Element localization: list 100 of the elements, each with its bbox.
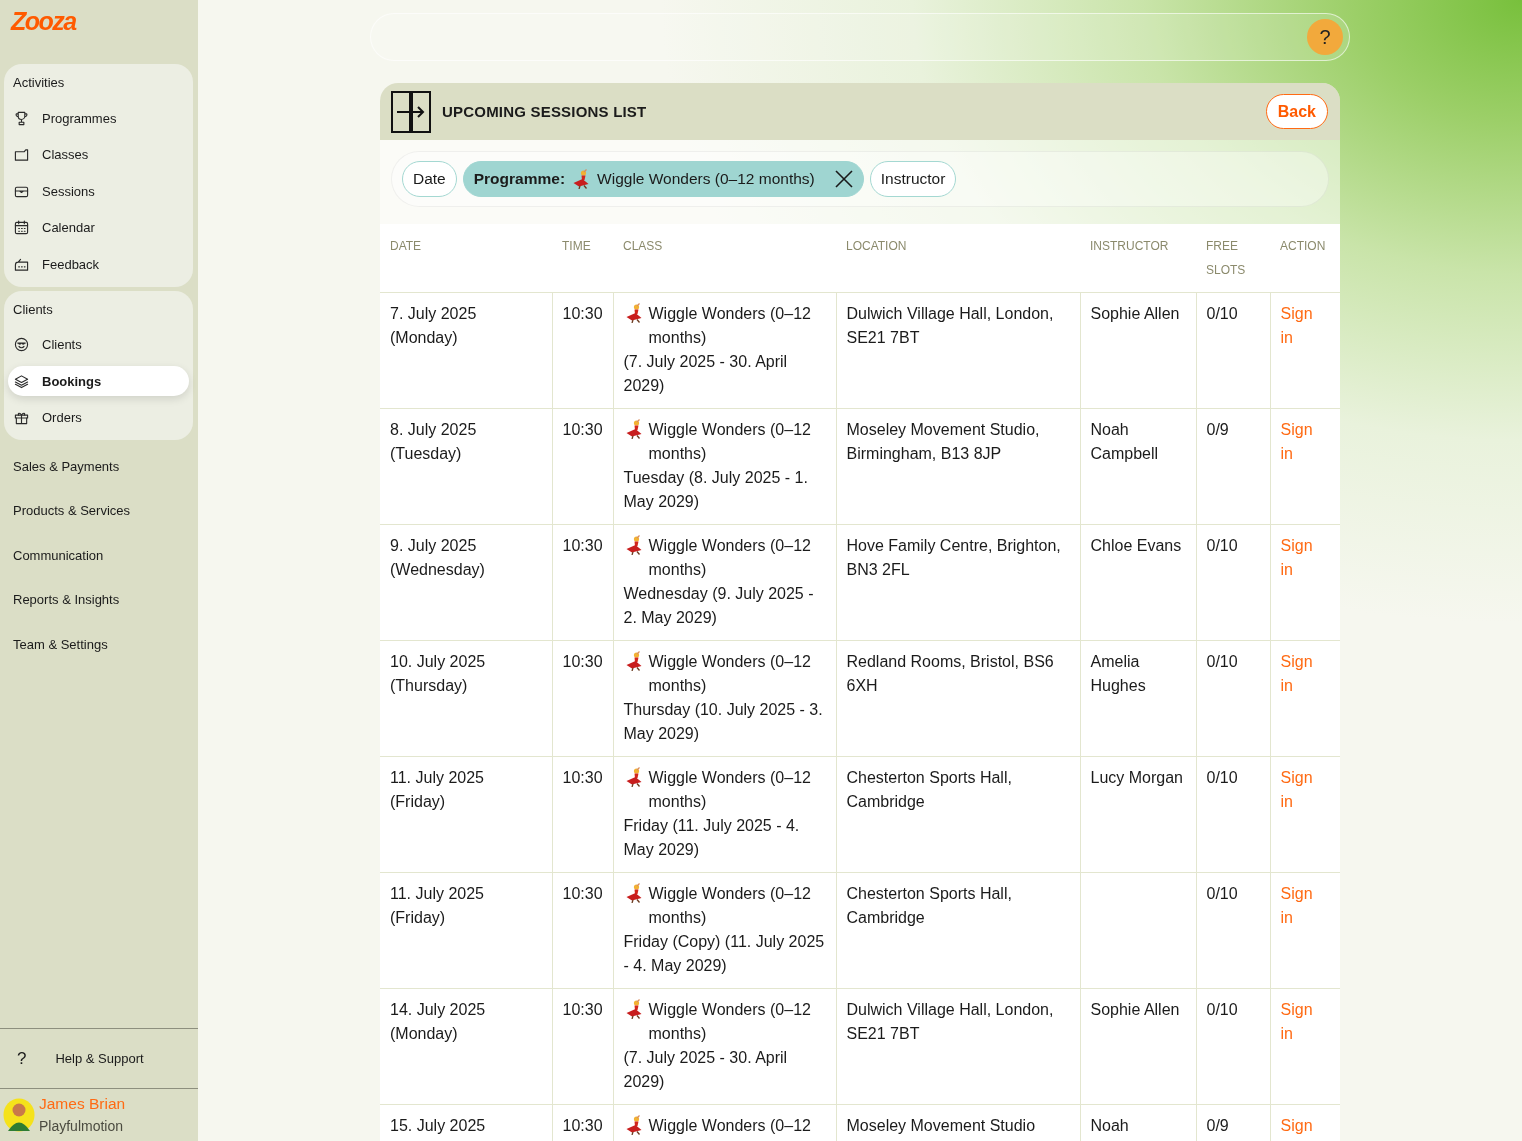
trophy-icon <box>14 110 29 126</box>
section-header[interactable]: Products & Services <box>0 488 137 533</box>
nav-item[interactable]: Programmes <box>8 103 189 134</box>
table-cell: Lucy Morgan <box>1080 756 1196 873</box>
table-cell: 0/9 <box>1196 1104 1270 1141</box>
door-arrow-icon <box>391 90 431 133</box>
session-date: 15. July 2025 <box>390 1116 487 1136</box>
column-header: CLASS <box>613 224 836 293</box>
table-cell: 10:30 <box>552 640 613 757</box>
table-cell: 0/10 <box>1196 292 1270 409</box>
class-name: Wiggle Wonders (0–12 months) <box>648 1000 812 1044</box>
table-cell: 0/10 <box>1196 640 1270 757</box>
nav-item[interactable]: Feedback <box>8 249 189 280</box>
table-cell: Sophie Allen <box>1080 292 1196 409</box>
table-cell: Amelia Hughes <box>1080 640 1196 757</box>
table-cell: Noah Campbell <box>1080 408 1196 525</box>
column-header: TIME <box>552 224 613 293</box>
table-cell: Dulwich Village Hall, London, SE21 7BT <box>836 292 1080 409</box>
panel-title: UPCOMING SESSIONS LIST <box>442 103 648 120</box>
avatar-icon[interactable] <box>3 1098 35 1132</box>
table-cell: Chesterton Sports Hall, Cambridge <box>836 756 1080 873</box>
session-date: 11. July 2025 <box>390 884 485 904</box>
user-name: James Brian <box>39 1094 126 1114</box>
brand-logo: Zooza <box>11 6 76 36</box>
nav-item[interactable]: Bookings <box>8 366 189 397</box>
table-cell: 10:30 <box>552 988 613 1105</box>
session-weekday: (Monday) <box>390 1024 459 1044</box>
section-header[interactable]: Reports & Insights <box>0 577 126 622</box>
nav-item[interactable]: Classes <box>8 139 189 170</box>
class-schedule: Thursday (10. July 2025 - 3. May 2029) <box>623 700 824 744</box>
table-cell: 10:30 <box>552 292 613 409</box>
question-mark-icon: ? <box>17 1048 27 1069</box>
class-name: Wiggle Wonders (0–12 months) <box>648 420 812 464</box>
section-header[interactable]: Clients <box>8 298 57 321</box>
table-cell: 0/9 <box>1196 408 1270 525</box>
table-cell: Redland Rooms, Bristol, BS6 6XH <box>836 640 1080 757</box>
nav-item[interactable]: Calendar <box>8 212 189 243</box>
table-cell: 0/10 <box>1196 872 1270 989</box>
calendar-icon <box>14 220 29 236</box>
nav-item[interactable]: Clients <box>8 329 189 360</box>
section-header[interactable]: Team & Settings <box>0 622 114 667</box>
column-header: DATE <box>380 224 552 293</box>
class-name: Wiggle Wonders (0–12 months) <box>648 884 812 928</box>
nav-item[interactable]: Orders <box>8 402 189 433</box>
nav-item[interactable]: Sessions <box>8 176 189 207</box>
table-cell: Chloe Evans <box>1080 524 1196 641</box>
class-name: Wiggle Wonders (0–12 months) <box>648 768 812 812</box>
filter-chip[interactable]: Date <box>402 161 457 197</box>
table-cell: Sophie Allen <box>1080 988 1196 1105</box>
class-schedule: Friday (11. July 2025 - 4. May 2029) <box>623 816 801 860</box>
session-weekday: (Thursday) <box>390 676 469 696</box>
session-weekday: (Friday) <box>390 792 447 812</box>
section-header[interactable]: Sales & Payments <box>0 444 126 489</box>
close-icon[interactable] <box>834 170 853 188</box>
table-cell: 0/10 <box>1196 756 1270 873</box>
session-date: 14. July 2025 <box>390 1000 487 1020</box>
table-cell: Moseley Movement Studio <box>836 1104 1080 1141</box>
folder-icon <box>14 147 29 163</box>
class-name: Wiggle Wonders (0–12 <box>648 1116 812 1136</box>
class-name: Wiggle Wonders (0–12 months) <box>648 536 812 580</box>
class-schedule: Friday (Copy) (11. July 2025 - 4. May 2029) <box>623 932 826 976</box>
column-header: LOCATION <box>836 224 1080 293</box>
class-schedule: (7. July 2025 - 30. April 2029) <box>623 352 789 396</box>
class-schedule: Tuesday (8. July 2025 - 1. May 2029) <box>623 468 809 512</box>
table-cell: 0/10 <box>1196 988 1270 1105</box>
layers-icon <box>14 373 29 389</box>
table-cell: Hove Family Centre, Brighton, BN3 2FL <box>836 524 1080 641</box>
session-date: 11. July 2025 <box>390 768 485 788</box>
help-button[interactable]: ? <box>1307 19 1343 55</box>
session-date: 9. July 2025 <box>390 536 478 556</box>
table-cell: 10:30 <box>552 1104 613 1141</box>
column-header: ACTION <box>1270 224 1340 293</box>
mailbox-icon <box>14 256 29 272</box>
class-name: Wiggle Wonders (0–12 months) <box>648 304 812 348</box>
session-date: 8. July 2025 <box>390 420 478 440</box>
table-cell: 10:30 <box>552 524 613 641</box>
section-header[interactable]: Activities <box>8 72 69 94</box>
smiley-face-icon <box>14 337 29 353</box>
section-header[interactable]: Communication <box>0 533 110 578</box>
session-date: 7. July 2025 <box>390 304 478 324</box>
session-date: 10. July 2025 <box>390 652 487 672</box>
table-cell: Noah <box>1080 1104 1196 1141</box>
class-schedule: Wednesday (9. July 2025 - 2. May 2029) <box>623 584 815 628</box>
organisation-name: Playfulmotion <box>39 1117 125 1136</box>
class-name: Wiggle Wonders (0–12 months) <box>648 652 812 696</box>
filter-chip[interactable]: Programme: Wiggle Wonders (0–12 months) <box>462 161 864 197</box>
column-header: FREE SLOTS <box>1196 224 1270 293</box>
help-link[interactable]: ? Help & Support <box>0 1048 152 1069</box>
column-header: INSTRUCTOR <box>1080 224 1196 293</box>
table-cell: 10:30 <box>552 408 613 525</box>
table-cell: 10:30 <box>552 756 613 873</box>
session-weekday: (Monday) <box>390 328 459 348</box>
session-weekday: (Friday) <box>390 908 447 928</box>
table-cell: Dulwich Village Hall, London, SE21 7BT <box>836 988 1080 1105</box>
session-weekday: (Tuesday) <box>390 444 463 464</box>
class-schedule: (7. July 2025 - 30. April 2029) <box>623 1048 789 1092</box>
table-cell: 0/10 <box>1196 524 1270 641</box>
filter-chip[interactable]: Instructor <box>869 161 957 197</box>
table-cell: 10:30 <box>552 872 613 989</box>
table-cell: Moseley Movement Studio, Birmingham, B13 8JP <box>836 408 1080 525</box>
